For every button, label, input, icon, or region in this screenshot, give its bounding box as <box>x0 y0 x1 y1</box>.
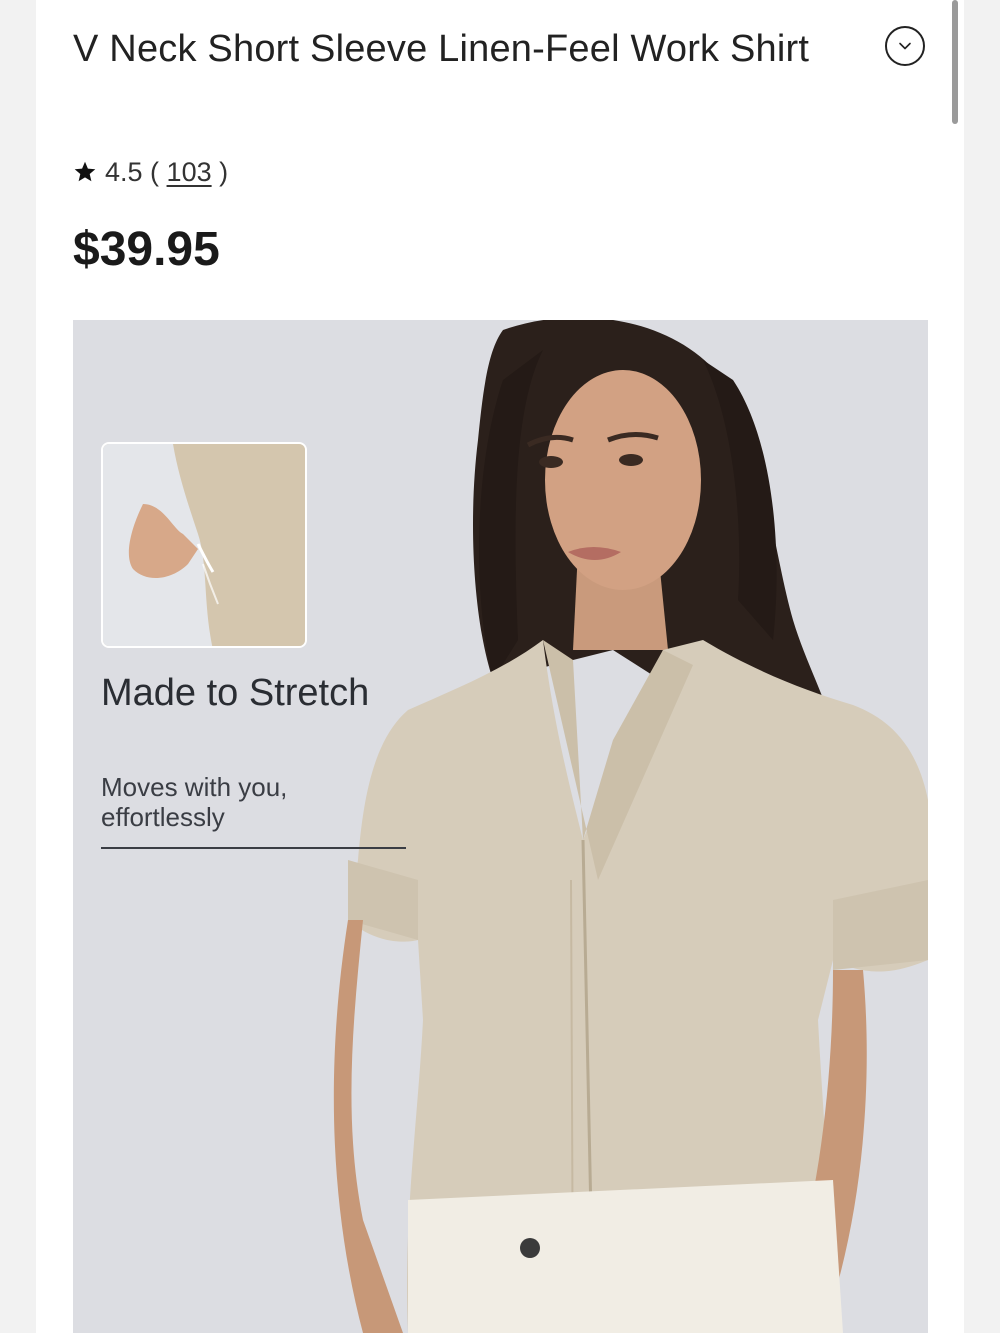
product-rating[interactable]: 4.5 ( 103 ) <box>73 152 228 192</box>
product-image[interactable]: Made to Stretch Moves with you, effortle… <box>73 320 928 1333</box>
rating-open-paren: ( <box>142 156 167 187</box>
feature-divider <box>101 847 406 849</box>
star-icon <box>74 161 96 182</box>
scrollbar[interactable] <box>952 0 958 124</box>
feature-subtitle: Moves with you, effortlessly <box>101 772 288 832</box>
collapse-button[interactable] <box>885 26 925 66</box>
rating-value: 4.5 <box>105 156 143 187</box>
product-title: V Neck Short Sleeve Linen-Feel Work Shir… <box>73 28 810 70</box>
product-detail-panel: V Neck Short Sleeve Linen-Feel Work Shir… <box>36 0 964 1333</box>
chevron-down-icon <box>899 42 911 50</box>
fabric-stretch-image <box>103 444 305 646</box>
fabric-stretch-thumbnail <box>101 442 307 648</box>
product-price: $39.95 <box>73 223 220 276</box>
feature-title: Made to Stretch <box>101 672 370 714</box>
review-count-link[interactable]: 103 <box>167 157 212 188</box>
rating-close-paren: ) <box>211 156 229 187</box>
